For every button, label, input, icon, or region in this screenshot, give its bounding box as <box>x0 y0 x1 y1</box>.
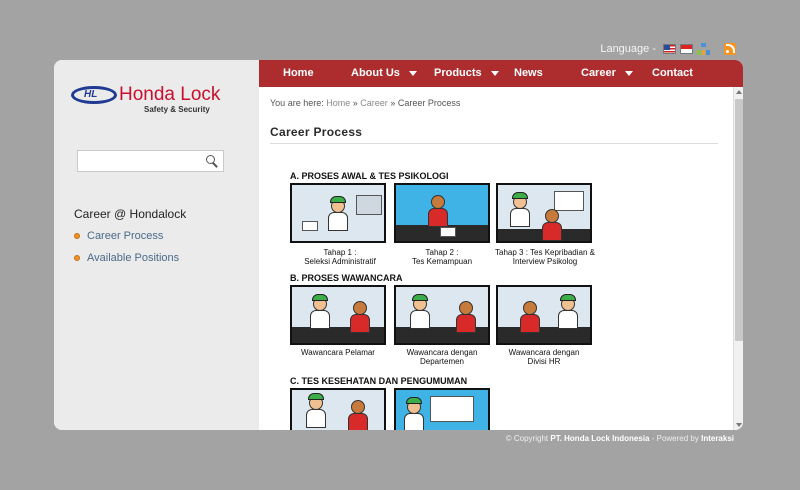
section-heading-b: B. PROSES WAWANCARA <box>290 273 403 283</box>
step-caption: Tahap 3 : Tes Kepribadian & Interview Ps… <box>495 248 595 266</box>
language-label: Language - <box>600 43 656 55</box>
sidebar-list: Career Process Available Positions <box>74 225 179 268</box>
logo-mark: HL <box>71 86 117 104</box>
sidebar-item-available-positions[interactable]: Available Positions <box>74 247 179 268</box>
scroll-thumb[interactable] <box>735 99 743 341</box>
sidebar-item-label: Available Positions <box>87 251 180 264</box>
scroll-down-icon[interactable] <box>736 423 742 427</box>
step-illustration-hr-interview <box>496 285 592 345</box>
sidebar-item-label: Career Process <box>87 229 164 242</box>
step-caption: Tahap 1 : Seleksi Administratif <box>304 248 376 266</box>
step-caption: Tahap 2 : Tes Kemampuan <box>411 248 473 266</box>
flag-id-icon[interactable] <box>680 44 693 54</box>
title-divider <box>270 143 718 144</box>
page-title: Career Process <box>270 125 363 139</box>
nav-item-news[interactable]: News <box>514 60 543 87</box>
sidebar-item-career-process[interactable]: Career Process <box>74 225 179 246</box>
sitemap-icon[interactable] <box>697 43 710 55</box>
nav-item-home[interactable]: Home <box>283 60 314 87</box>
bullet-icon <box>74 254 80 261</box>
flag-us-icon[interactable] <box>663 44 676 54</box>
step-illustration-admin-selection <box>290 183 386 243</box>
step-illustration-ability-test <box>394 183 490 243</box>
rss-icon[interactable] <box>724 43 736 55</box>
search-input[interactable] <box>78 151 198 171</box>
chevron-down-icon <box>490 70 499 76</box>
step-illustration-department-interview <box>394 285 490 345</box>
chevron-down-icon <box>624 70 633 76</box>
page-container: HL Honda Lock Safety & Security Career @… <box>54 60 743 430</box>
main-content: Home About Us Products News Career Conta… <box>259 60 743 430</box>
chevron-down-icon <box>408 70 417 76</box>
breadcrumb: You are here: Home » Career » Career Pro… <box>270 98 461 108</box>
search-box <box>77 150 224 172</box>
bullet-icon <box>74 232 80 239</box>
footer: © Copyright PT. Honda Lock Indonesia - P… <box>505 434 734 443</box>
nav-item-about-us[interactable]: About Us <box>351 60 417 87</box>
breadcrumb-career-link[interactable]: Career <box>360 98 388 108</box>
sidebar-heading: Career @ Hondalock <box>74 207 187 221</box>
main-nav: Home About Us Products News Career Conta… <box>259 60 743 87</box>
step-caption: Wawancara dengan Divisi HR <box>508 348 580 366</box>
logo-name: Honda Lock <box>119 84 221 105</box>
logo[interactable]: HL Honda Lock Safety & Security <box>71 84 246 114</box>
step-illustration-announcement <box>394 388 490 430</box>
scroll-up-icon[interactable] <box>736 90 742 94</box>
nav-item-career[interactable]: Career <box>581 60 633 87</box>
nav-item-contact[interactable]: Contact <box>652 60 693 87</box>
search-icon[interactable] <box>206 155 218 167</box>
step-illustration-health-check <box>290 388 386 430</box>
step-caption: Wawancara dengan Departemen <box>406 348 478 366</box>
footer-powered-link[interactable]: Interaksi <box>701 434 734 443</box>
step-caption: Wawancara Pelamar <box>301 348 375 357</box>
breadcrumb-current: Career Process <box>397 98 461 108</box>
content-scrollbar[interactable] <box>733 87 743 430</box>
sidebar: HL Honda Lock Safety & Security Career @… <box>54 60 259 430</box>
breadcrumb-home-link[interactable]: Home <box>326 98 350 108</box>
section-heading-a: A. PROSES AWAL & TES PSIKOLOGI <box>290 171 449 181</box>
step-illustration-personality-test <box>496 183 592 243</box>
step-illustration-applicant-interview <box>290 285 386 345</box>
section-heading-c: C. TES KESEHATAN DAN PENGUMUMAN <box>290 376 468 386</box>
logo-tagline: Safety & Security <box>144 105 210 114</box>
language-bar: Language - <box>600 43 736 55</box>
footer-company: PT. Honda Lock Indonesia <box>550 434 650 443</box>
nav-item-products[interactable]: Products <box>434 60 499 87</box>
